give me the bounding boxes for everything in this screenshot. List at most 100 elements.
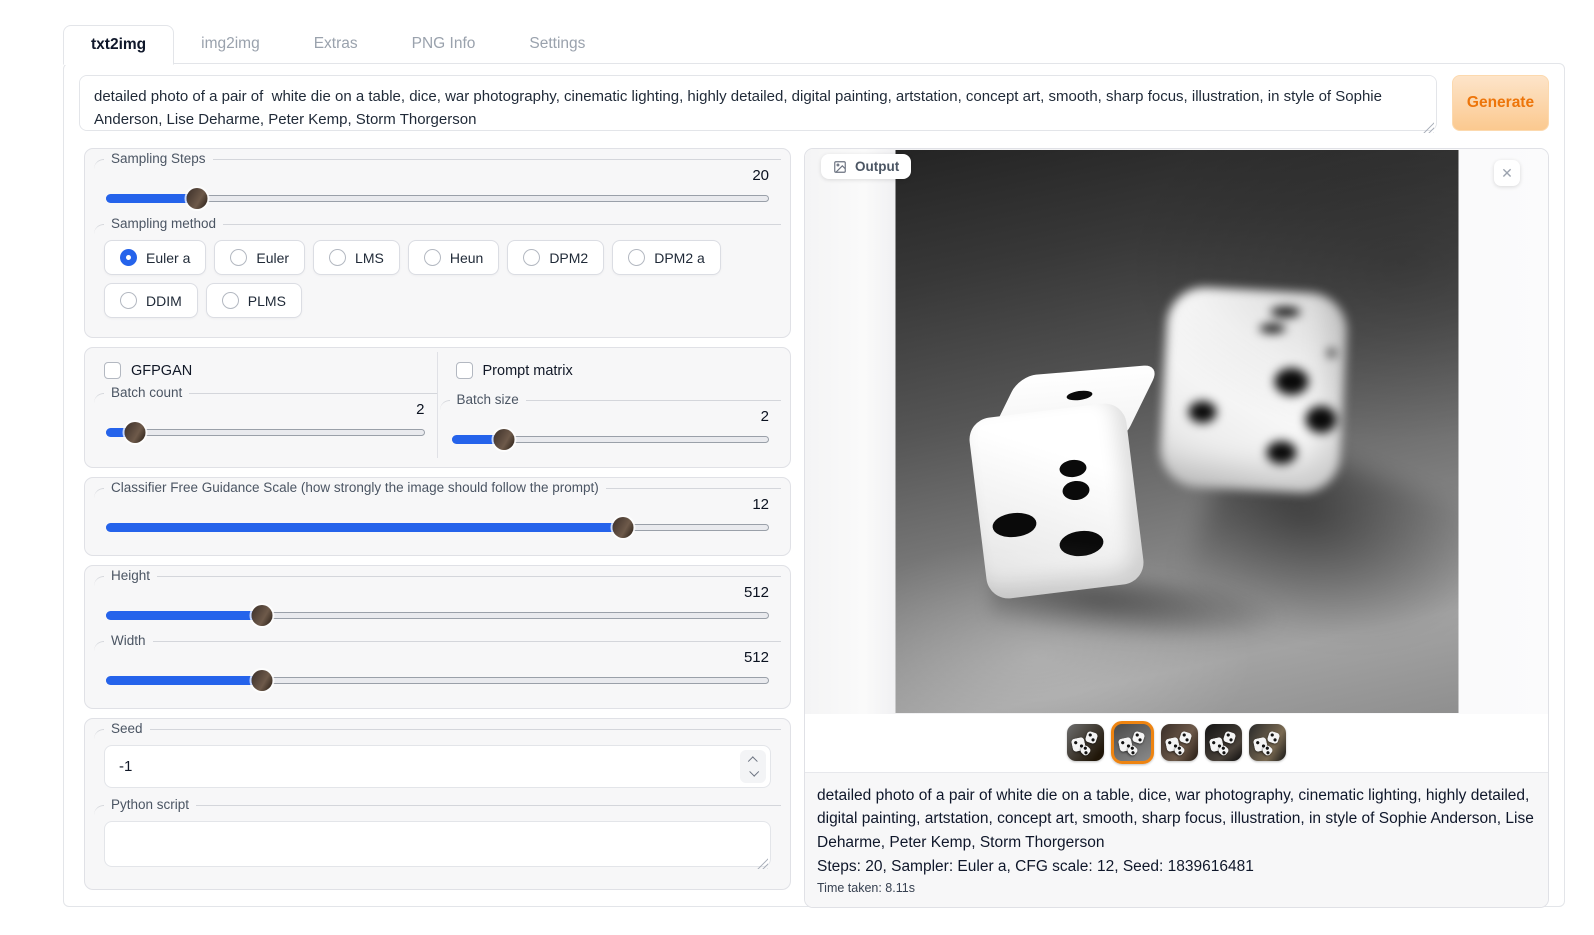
cfg-slider[interactable] xyxy=(106,516,769,538)
tab-png-info[interactable]: PNG Info xyxy=(385,25,503,64)
seed-stepper[interactable] xyxy=(740,750,766,783)
seed-script-panel: Seed Python script xyxy=(84,718,791,890)
stepper-down-icon[interactable] xyxy=(749,767,759,777)
width-slider-thumb[interactable] xyxy=(251,670,272,691)
width-label: Width xyxy=(104,633,153,648)
sampler-option-euler-a[interactable]: Euler a xyxy=(104,240,206,275)
prompt-matrix-option[interactable]: Prompt matrix xyxy=(438,352,782,393)
output-caption: detailed photo of a pair of white die on… xyxy=(805,772,1548,907)
batch-size-slider[interactable] xyxy=(452,428,770,450)
sampling-steps-label: Sampling Steps xyxy=(104,151,213,166)
seed-label: Seed xyxy=(104,721,150,736)
stepper-up-icon[interactable] xyxy=(747,756,757,766)
dice-shadow xyxy=(988,567,1302,658)
radio-icon xyxy=(230,249,247,266)
gfpgan-checkbox[interactable] xyxy=(104,362,121,379)
output-header-label: Output xyxy=(855,159,899,174)
caption-prompt-text: detailed photo of a pair of white die on… xyxy=(817,784,1536,854)
gallery-thumbnail-3[interactable] xyxy=(1161,724,1198,761)
cfg-panel: Classifier Free Guidance Scale (how stro… xyxy=(84,477,791,556)
txt2img-panel: detailed photo of a pair of white die on… xyxy=(63,63,1565,907)
cfg-slider-thumb[interactable] xyxy=(613,517,634,538)
dimensions-panel: Height 512 Width 512 xyxy=(84,565,791,709)
cfg-group: Classifier Free Guidance Scale (how stro… xyxy=(94,488,781,546)
python-script-input[interactable] xyxy=(104,821,771,867)
height-group: Height 512 xyxy=(94,576,781,634)
height-label: Height xyxy=(104,568,157,583)
sampler-option-label: PLMS xyxy=(248,293,286,309)
output-column: Output ✕ xyxy=(804,148,1549,908)
sampler-option-label: Euler a xyxy=(146,250,190,266)
sampling-method-group: Sampling method Euler aEulerLMSHeunDPM2D… xyxy=(94,224,781,328)
tab-settings[interactable]: Settings xyxy=(502,25,612,64)
sampler-option-euler[interactable]: Euler xyxy=(214,240,305,275)
cfg-label: Classifier Free Guidance Scale (how stro… xyxy=(104,480,606,495)
width-slider[interactable] xyxy=(106,669,769,691)
generated-image-dice xyxy=(895,150,1458,713)
sampler-option-plms[interactable]: PLMS xyxy=(206,283,302,318)
radio-icon xyxy=(628,249,645,266)
batch-size-label: Batch size xyxy=(450,392,526,407)
batch-count-slider[interactable] xyxy=(106,421,425,443)
sampler-option-lms[interactable]: LMS xyxy=(313,240,400,275)
sampler-option-label: DPM2 xyxy=(549,250,588,266)
sampling-steps-slider-thumb[interactable] xyxy=(186,188,207,209)
prompt-input[interactable]: detailed photo of a pair of white die on… xyxy=(79,75,1437,131)
sampling-panel: Sampling Steps 20 Sampling method Euler … xyxy=(84,148,791,338)
sampling-steps-value: 20 xyxy=(102,167,773,184)
die-blurred xyxy=(1163,290,1348,500)
batch-count-slider-thumb[interactable] xyxy=(124,422,145,443)
tab-img2img[interactable]: img2img xyxy=(174,25,287,64)
die-focused xyxy=(975,368,1150,598)
prompt-matrix-checkbox[interactable] xyxy=(456,362,473,379)
sampler-option-label: DPM2 a xyxy=(654,250,705,266)
output-gallery xyxy=(805,714,1548,772)
tab-extras[interactable]: Extras xyxy=(287,25,385,64)
python-script-group: Python script xyxy=(94,805,781,880)
output-image-stage xyxy=(805,149,1548,714)
gallery-thumbnail-1[interactable] xyxy=(1067,724,1104,761)
caption-params-text: Steps: 20, Sampler: Euler a, CFG scale: … xyxy=(817,855,1536,878)
prompt-matrix-label: Prompt matrix xyxy=(483,363,573,379)
output-header: Output xyxy=(821,154,911,179)
batch-count-label: Batch count xyxy=(104,385,189,400)
width-group: Width 512 xyxy=(94,641,781,699)
image-icon xyxy=(833,160,847,174)
height-slider[interactable] xyxy=(106,604,769,626)
tab-txt2img[interactable]: txt2img xyxy=(63,25,174,65)
prompt-row: detailed photo of a pair of white die on… xyxy=(79,75,1549,136)
python-script-label: Python script xyxy=(104,797,196,812)
height-value: 512 xyxy=(102,584,773,601)
batch-panel: GFPGAN Prompt matrix Batch count 2 xyxy=(84,347,791,468)
caption-time-text: Time taken: 8.11s xyxy=(817,881,1536,895)
sampling-method-label: Sampling method xyxy=(104,216,223,231)
sampler-option-ddim[interactable]: DDIM xyxy=(104,283,198,318)
gallery-thumbnail-5[interactable] xyxy=(1249,724,1286,761)
width-value: 512 xyxy=(102,649,773,666)
sampling-method-options: Euler a Euler LMS Heun DPM2 DPM2 a DDIM PLMS xyxy=(102,238,773,322)
settings-column: Sampling Steps 20 Sampling method Euler … xyxy=(79,148,791,890)
generate-button[interactable]: Generate xyxy=(1452,75,1549,131)
batch-size-group: Batch size 2 xyxy=(440,400,782,458)
batch-count-value: 2 xyxy=(102,401,429,418)
output-panel: Output ✕ xyxy=(804,148,1549,908)
dice-shadow xyxy=(1172,424,1458,705)
tab-bar: txt2imgimg2imgExtrasPNG InfoSettings xyxy=(63,25,1594,64)
gallery-thumbnail-2-selected[interactable] xyxy=(1111,721,1154,764)
gfpgan-label: GFPGAN xyxy=(131,363,192,379)
sampler-option-label: DDIM xyxy=(146,293,182,309)
batch-size-slider-thumb[interactable] xyxy=(493,429,514,450)
height-slider-thumb[interactable] xyxy=(251,605,272,626)
radio-icon xyxy=(222,292,239,309)
sampler-option-dpm2[interactable]: DPM2 xyxy=(507,240,604,275)
close-output-button[interactable]: ✕ xyxy=(1494,160,1520,186)
sampling-steps-slider[interactable] xyxy=(106,187,769,209)
sampler-option-heun[interactable]: Heun xyxy=(408,240,499,275)
sampler-option-label: LMS xyxy=(355,250,384,266)
gallery-thumbnail-4[interactable] xyxy=(1205,724,1242,761)
seed-group: Seed xyxy=(94,729,781,798)
sampler-option-dpm2-a[interactable]: DPM2 a xyxy=(612,240,721,275)
seed-input[interactable] xyxy=(104,745,771,788)
sampling-steps-group: Sampling Steps 20 xyxy=(94,159,781,217)
radio-icon xyxy=(424,249,441,266)
